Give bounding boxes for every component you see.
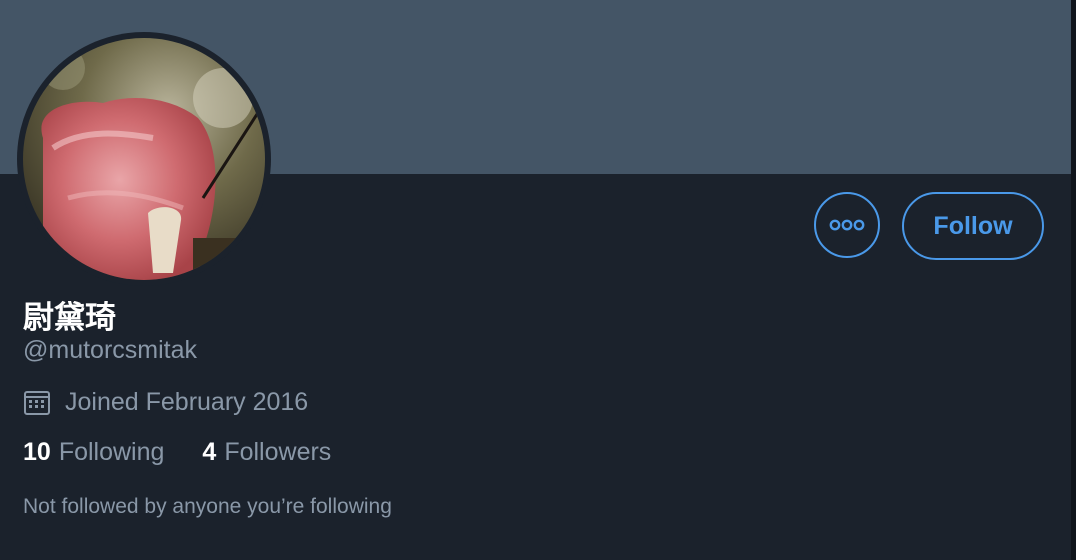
- followers-label: Followers: [224, 438, 332, 466]
- more-options-button[interactable]: [814, 192, 880, 258]
- follow-stats: 10 Following 4 Followers: [23, 438, 331, 467]
- joined-date-row: Joined February 2016: [23, 388, 308, 417]
- following-label: Following: [58, 438, 165, 466]
- avatar[interactable]: [17, 32, 271, 286]
- followers-count: 4: [202, 438, 217, 466]
- scrollbar-track[interactable]: [1071, 0, 1076, 560]
- more-dots-icon: [829, 219, 865, 231]
- followed-by-context: Not followed by anyone you’re following: [23, 495, 392, 518]
- user-handle: @mutorcsmitak: [23, 336, 198, 364]
- calendar-icon: [23, 389, 51, 417]
- avatar-photo: [23, 38, 265, 280]
- following-link[interactable]: 10 Following: [23, 438, 164, 467]
- profile-page: Follow 尉黛琦 @mutorcsmitak Joined February…: [0, 0, 1076, 560]
- joined-date-text: Joined February 2016: [65, 388, 309, 416]
- display-name: 尉黛琦: [23, 300, 116, 336]
- following-count: 10: [23, 438, 51, 466]
- follow-button[interactable]: Follow: [902, 192, 1044, 260]
- followers-link[interactable]: 4 Followers: [202, 438, 331, 467]
